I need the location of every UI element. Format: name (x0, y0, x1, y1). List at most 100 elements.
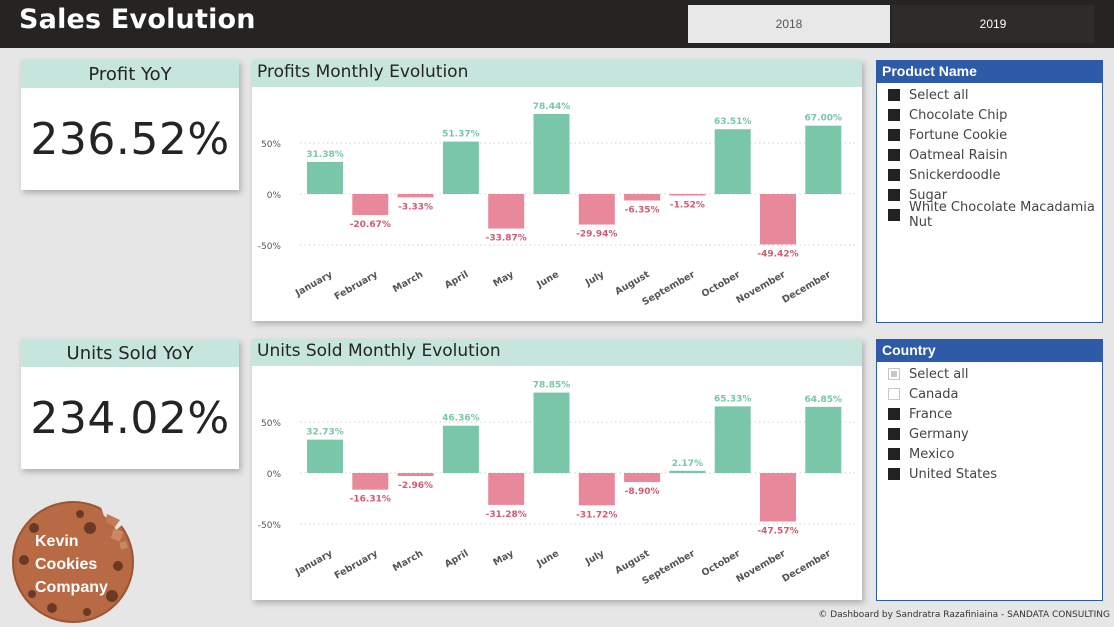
checkbox-icon[interactable] (888, 428, 900, 440)
checkbox-icon[interactable] (888, 209, 900, 221)
product-slicer-item[interactable]: Snickerdoodle (888, 165, 1102, 185)
data-label: 2.17% (672, 459, 703, 469)
data-label: -29.94% (576, 230, 617, 240)
bar[interactable] (714, 129, 751, 194)
bar[interactable] (669, 194, 706, 196)
data-label: 46.36% (442, 414, 480, 424)
x-tick-label: August (613, 269, 652, 298)
bar[interactable] (397, 473, 434, 477)
y-tick-label: 50% (261, 419, 281, 429)
bar[interactable] (352, 473, 389, 490)
bar[interactable] (488, 194, 525, 229)
profit-yoy-value: 236.52% (30, 113, 230, 165)
profits-chart-panel: Profits Monthly Evolution 50% 0% -50% 31.38… (252, 60, 862, 321)
bar[interactable] (307, 161, 343, 194)
x-tick-label: February (333, 269, 381, 303)
year-button-2018[interactable]: 2018 (688, 5, 890, 43)
data-label: -49.42% (757, 249, 798, 259)
bar[interactable] (488, 473, 525, 505)
data-label: 78.44% (533, 102, 571, 112)
checkbox-icon[interactable] (888, 408, 900, 420)
x-tick-label: January (293, 269, 335, 300)
profit-yoy-label: Profit YoY (21, 60, 239, 88)
x-tick-label: February (333, 548, 381, 582)
product-slicer-item[interactable]: Chocolate Chip (888, 105, 1102, 125)
checkbox-icon[interactable] (888, 368, 900, 380)
checkbox-icon[interactable] (888, 388, 900, 400)
x-tick-label: April (443, 269, 470, 291)
logo-line-1: Kevin (35, 533, 79, 550)
footer-credit: © Dashboard by Sandratra Razafiniaina - … (818, 610, 1110, 620)
data-label: -31.72% (576, 510, 617, 520)
product-slicer-item[interactable]: White Chocolate Macadamia Nut (888, 200, 1102, 230)
page-title: Sales Evolution (19, 4, 256, 35)
x-tick-label: April (443, 548, 470, 570)
profits-bar-chart: 50% 0% -50% 31.38% January -20.67% February -3.… (258, 102, 857, 308)
bar[interactable] (760, 194, 796, 245)
country-slicer-item[interactable]: Select all (888, 364, 1102, 384)
country-slicer-item[interactable]: Canada (888, 384, 1102, 404)
bar[interactable] (669, 470, 706, 473)
checkbox-icon[interactable] (888, 169, 900, 181)
header-bar: Sales Evolution 2018 2019 (0, 0, 1114, 48)
year-button-2019[interactable]: 2019 (892, 5, 1094, 43)
country-slicer-item-label: United States (909, 466, 998, 482)
product-slicer-item-label: White Chocolate Macadamia Nut (909, 200, 1095, 230)
checkbox-icon[interactable] (888, 89, 900, 101)
checkbox-icon[interactable] (888, 189, 900, 201)
country-slicer-item-label: Germany (909, 426, 969, 442)
bar[interactable] (714, 406, 751, 473)
bar[interactable] (533, 392, 570, 473)
x-tick-label: August (613, 548, 652, 577)
y-tick-label: 0% (267, 470, 282, 480)
logo-line-3: Company (35, 579, 108, 596)
checkbox-icon[interactable] (888, 129, 900, 141)
bar[interactable] (578, 473, 615, 506)
product-slicer-item[interactable]: Fortune Cookie (888, 125, 1102, 145)
product-slicer-item[interactable]: Oatmeal Raisin (888, 145, 1102, 165)
country-slicer-list: Select all Canada France Germany Mexico Unite… (877, 362, 1102, 484)
bar[interactable] (533, 113, 570, 194)
data-label: -16.31% (350, 495, 391, 505)
bar[interactable] (307, 439, 343, 473)
country-slicer-item-label: France (909, 406, 953, 422)
profit-yoy-card: Profit YoY 236.52% (21, 60, 239, 190)
bar[interactable] (352, 194, 389, 216)
logo-text: Kevin Cookies Company (35, 530, 135, 599)
checkbox-icon[interactable] (888, 468, 900, 480)
x-tick-label: May (491, 269, 516, 290)
data-label: 67.00% (805, 114, 843, 124)
checkbox-icon[interactable] (888, 448, 900, 460)
bar[interactable] (805, 125, 842, 194)
checkbox-icon[interactable] (888, 149, 900, 161)
x-tick-label: June (534, 548, 561, 570)
units-yoy-value: 234.02% (30, 392, 230, 444)
product-slicer-item-label: Chocolate Chip (909, 107, 1008, 123)
country-slicer-item[interactable]: Germany (888, 424, 1102, 444)
product-slicer-item-label: Oatmeal Raisin (909, 147, 1008, 163)
data-label: 51.37% (442, 130, 480, 140)
data-label: -6.35% (625, 205, 660, 215)
data-label: 32.73% (306, 428, 344, 438)
bar[interactable] (760, 473, 796, 522)
product-slicer-item[interactable]: Select all (888, 85, 1102, 105)
bar[interactable] (624, 194, 661, 201)
country-slicer-item[interactable]: France (888, 404, 1102, 424)
country-slicer-item[interactable]: United States (888, 464, 1102, 484)
x-tick-label: November (734, 548, 787, 585)
data-label: -2.96% (398, 481, 433, 491)
bar[interactable] (397, 194, 434, 198)
checkbox-icon[interactable] (888, 109, 900, 121)
product-slicer-item-label: Select all (909, 87, 969, 103)
data-label: 78.85% (533, 381, 571, 391)
bar[interactable] (805, 406, 842, 473)
bar[interactable] (442, 141, 479, 194)
data-label: -3.33% (398, 202, 433, 212)
bar[interactable] (578, 194, 615, 225)
data-label: 63.51% (714, 117, 752, 127)
country-slicer-item-label: Select all (909, 366, 969, 382)
y-tick-label: 0% (267, 191, 282, 201)
bar[interactable] (624, 473, 661, 483)
bar[interactable] (442, 425, 479, 473)
country-slicer-item[interactable]: Mexico (888, 444, 1102, 464)
